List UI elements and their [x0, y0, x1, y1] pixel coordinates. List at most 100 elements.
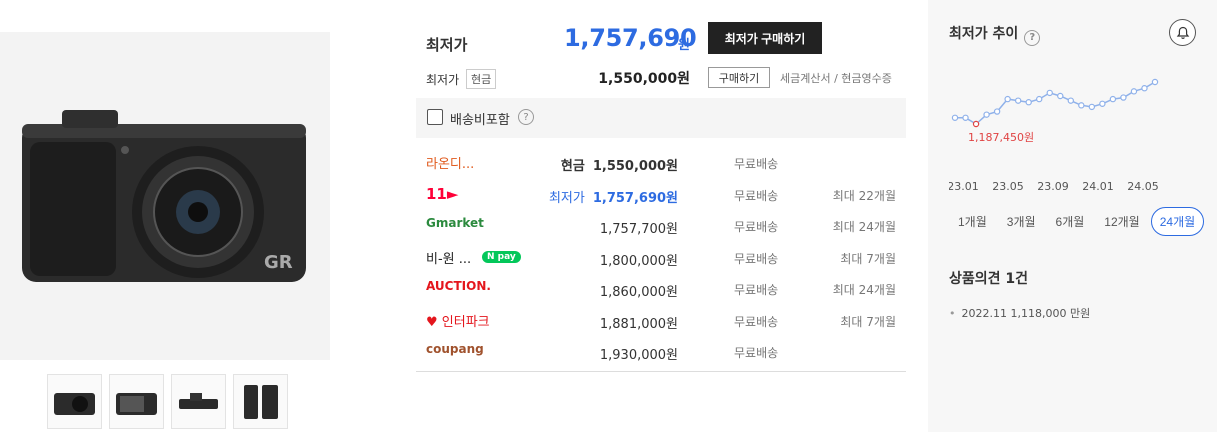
- trend-point[interactable]: [1120, 94, 1127, 101]
- trend-point[interactable]: [993, 108, 1001, 115]
- thumbnail-list: [47, 374, 288, 429]
- offer-price[interactable]: 1,881,000원: [600, 313, 678, 332]
- offer-row[interactable]: 라온디... 현금 1,550,000원 무료배송: [416, 148, 906, 180]
- product-gallery: GR: [0, 0, 330, 432]
- offer-row[interactable]: 비-원 ... N pay 1,800,000원 무료배송 최대 7개월: [416, 243, 906, 275]
- review-text: 2022.11 1,118,000 만원: [961, 307, 1091, 320]
- offer-price-value: 1,881,000원: [599, 316, 678, 332]
- trend-point[interactable]: [1036, 95, 1043, 103]
- help-icon[interactable]: ?: [518, 109, 534, 125]
- lowest-price-value: 1,757,690: [564, 24, 697, 52]
- buy-lowest-button[interactable]: 최저가 구매하기: [708, 22, 822, 54]
- period-button[interactable]: 6개월: [1047, 207, 1094, 236]
- offer-price[interactable]: 현금 1,550,000원: [561, 155, 678, 174]
- offer-row[interactable]: Gmarket 1,757,700원 무료배송 최대 24개월: [416, 211, 906, 243]
- receipt-info: 세금계산서 / 현금영수증: [780, 72, 892, 85]
- mall-name[interactable]: coupang: [426, 342, 484, 356]
- lowest-price-unit: 원: [678, 38, 690, 53]
- shipping-info: 무료배송: [734, 346, 779, 360]
- trend-title: 최저가 추이?: [949, 23, 1041, 46]
- price-trend-chart: 1,187,450원 23.01 23.05 23.09 24.01 24.05: [949, 78, 1159, 193]
- buy-button[interactable]: 구매하기: [708, 67, 770, 88]
- trend-point[interactable]: [972, 120, 980, 128]
- mall-name[interactable]: 비-원 ...: [426, 248, 471, 267]
- price-panel: 최저가 1,757,690 원 최저가 구매하기 최저가 현금 1,550,00…: [416, 0, 906, 432]
- offer-price[interactable]: 1,860,000원: [600, 281, 678, 300]
- price-alert-bell-icon[interactable]: [1169, 19, 1196, 46]
- offer-row[interactable]: AUCTION. 1,860,000원 무료배송 최대 24개월: [416, 274, 906, 306]
- offer-price[interactable]: 1,757,700원: [600, 218, 678, 237]
- period-button[interactable]: 3개월: [998, 207, 1045, 236]
- trend-point[interactable]: [1109, 95, 1117, 103]
- x-tick-label: 23.09: [1037, 180, 1069, 193]
- thumbnail-top[interactable]: [171, 374, 226, 429]
- shipping-info: 무료배송: [734, 283, 779, 297]
- trend-point[interactable]: [1078, 102, 1085, 109]
- period-selector: 1개월 3개월 6개월 12개월 24개월: [949, 207, 1206, 236]
- trend-point[interactable]: [1099, 100, 1106, 107]
- bullet-icon: •: [949, 307, 956, 320]
- period-button[interactable]: 24개월: [1150, 207, 1205, 236]
- shipping-include-checkbox[interactable]: [427, 109, 443, 125]
- mall-name[interactable]: 11►: [426, 185, 458, 203]
- offer-price-value: 1,930,000원: [599, 348, 678, 363]
- shipping-info: 무료배송: [734, 251, 779, 266]
- offer-price[interactable]: 최저가 1,757,690원: [549, 187, 678, 206]
- offer-price[interactable]: 1,930,000원: [600, 344, 678, 363]
- offer-row[interactable]: coupang 1,930,000원 무료배송: [416, 337, 906, 369]
- shipping-info: 무료배송: [734, 188, 779, 203]
- x-tick-label: 23.05: [992, 180, 1024, 193]
- trend-point[interactable]: [1004, 95, 1011, 103]
- installment-info: 최대 24개월: [832, 283, 896, 297]
- npay-badge: N pay: [482, 250, 521, 263]
- help-icon[interactable]: ?: [1024, 29, 1041, 46]
- period-button[interactable]: 1개월: [949, 207, 996, 236]
- offer-price-prefix: 최저가: [548, 190, 585, 206]
- offer-price[interactable]: 1,800,000원: [600, 250, 678, 269]
- offer-price-value: 1,550,000원: [592, 159, 678, 174]
- trend-point[interactable]: [1046, 89, 1053, 97]
- trend-point[interactable]: [1067, 97, 1074, 104]
- offer-price-value: 1,800,000원: [599, 253, 678, 269]
- mall-name[interactable]: 라온디...: [426, 153, 474, 172]
- trend-point[interactable]: [1014, 97, 1022, 104]
- installment-info: 최대 24개월: [832, 220, 896, 234]
- main-product-photo[interactable]: GR: [0, 32, 330, 360]
- trend-point[interactable]: [1151, 78, 1159, 86]
- mall-name[interactable]: AUCTION.: [426, 279, 491, 293]
- offer-price-prefix: 현금: [560, 159, 585, 174]
- trend-point[interactable]: [1057, 92, 1064, 100]
- offer-list: 라온디... 현금 1,550,000원 무료배송 11► 최저가 1,757,690원 무료…: [416, 148, 906, 369]
- trend-point[interactable]: [951, 114, 959, 121]
- min-price-label: 1,187,450원: [968, 131, 1034, 144]
- shipping-include-label[interactable]: 배송비포함: [450, 109, 510, 128]
- mall-name[interactable]: ♥ 인터파크: [426, 311, 490, 330]
- offer-row[interactable]: ♥ 인터파크 1,881,000원 무료배송 최대 7개월: [416, 306, 906, 338]
- period-button[interactable]: 12개월: [1095, 207, 1148, 236]
- cash-tag: 현금: [466, 69, 497, 89]
- camera-image: GR: [22, 110, 306, 282]
- shipping-info: 무료배송: [734, 314, 779, 329]
- divider: [416, 371, 906, 372]
- review-title: 상품의견 1건: [949, 271, 1029, 287]
- offer-price-value: 1,860,000원: [599, 285, 678, 300]
- installment-info: 최대 22개월: [832, 188, 896, 203]
- thumbnail-side[interactable]: [233, 374, 288, 429]
- thumbnail-front[interactable]: [47, 374, 102, 429]
- shipping-filter: 배송비포함 ?: [416, 98, 906, 138]
- offer-row[interactable]: 11► 최저가 1,757,690원 무료배송 최대 22개월: [416, 180, 906, 212]
- trend-point[interactable]: [1025, 99, 1032, 106]
- trend-point[interactable]: [1130, 88, 1138, 95]
- trend-point[interactable]: [1088, 103, 1096, 111]
- trend-point[interactable]: [983, 111, 990, 118]
- installment-info: 최대 7개월: [840, 314, 896, 329]
- x-tick-label: 24.01: [1082, 180, 1114, 193]
- trend-point[interactable]: [1141, 85, 1148, 92]
- mall-name[interactable]: Gmarket: [426, 216, 484, 230]
- trend-point[interactable]: [962, 114, 969, 121]
- offer-price-value: 1,757,690원: [592, 190, 678, 206]
- trend-title-text: 최저가 추이: [949, 26, 1019, 42]
- svg-text:GR: GR: [264, 252, 293, 273]
- offer-price-value: 1,757,700원: [599, 222, 678, 237]
- thumbnail-back[interactable]: [109, 374, 164, 429]
